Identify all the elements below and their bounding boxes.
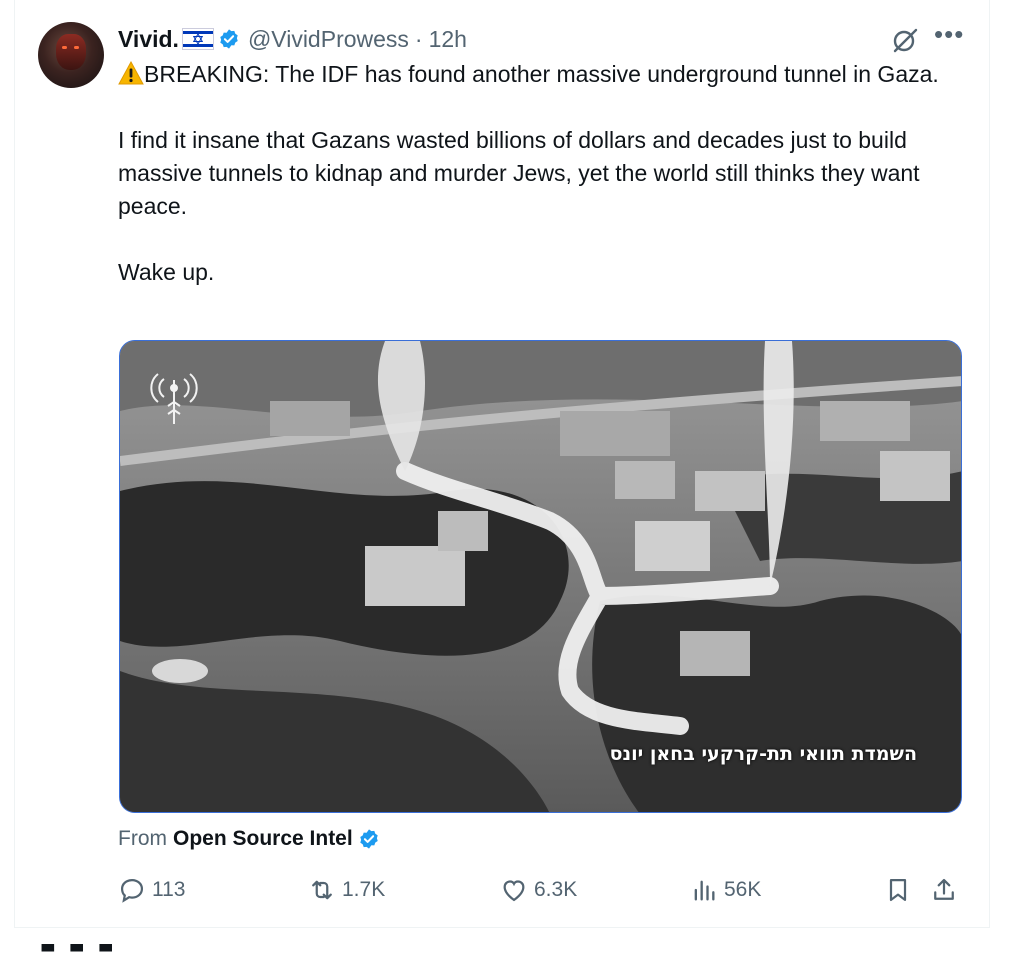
avatar-eye-right (74, 46, 79, 49)
views-count: 56K (724, 878, 762, 901)
more-options-icon[interactable]: ••• (934, 21, 964, 54)
next-section-heading-peek: ■ ■ ■ (40, 944, 220, 958)
like-button[interactable]: 6.3K (500, 870, 577, 910)
verified-badge-icon (359, 829, 378, 849)
tweet-text: BREAKING: The IDF has found another mass… (118, 58, 963, 289)
verified-badge-icon (220, 29, 238, 49)
tweet-header: Vivid. @VividProwess · 12h (118, 24, 467, 54)
heart-icon (503, 880, 525, 902)
israel-flag-icon (181, 28, 214, 50)
avatar[interactable] (38, 22, 104, 88)
attribution-source-link[interactable]: Open Source Intel (173, 827, 353, 851)
attribution-label: From (118, 827, 167, 850)
bookmark-icon (889, 878, 907, 902)
share-button[interactable] (930, 870, 964, 910)
repost-icon (312, 880, 332, 900)
repost-button[interactable]: 1.7K (308, 870, 385, 910)
tweet-text-paragraph-1: BREAKING: The IDF has found another mass… (118, 58, 963, 91)
tweet-text-line-1: BREAKING: The IDF has found another mass… (144, 61, 939, 87)
header-separator: · (414, 25, 423, 52)
repost-count: 1.7K (342, 878, 386, 901)
tweet-text-paragraph-3: Wake up. (118, 259, 215, 285)
views-chart-icon (694, 880, 715, 901)
tweet-action-bar: 113 1.7K 6.3K 56K (118, 870, 968, 910)
tweet-video-media[interactable]: השמדת תוואי תת-קרקעי בחאן יונס (119, 340, 962, 813)
like-count: 6.3K (534, 878, 578, 901)
avatar-eye-left (62, 46, 67, 49)
reply-icon (120, 878, 144, 903)
tweet-timestamp[interactable]: 12h (429, 26, 467, 53)
warning-icon (118, 61, 144, 85)
author-display-name[interactable]: Vivid. (118, 26, 179, 53)
reply-count: 113 (152, 878, 186, 901)
views-button[interactable]: 56K (690, 870, 761, 910)
tweet-text-paragraph-2: I find it insane that Gazans wasted bill… (118, 127, 920, 219)
author-handle[interactable]: @VividProwess (248, 26, 409, 53)
reply-button[interactable]: 113 (118, 870, 185, 910)
media-attribution: From Open Source Intel (118, 827, 380, 851)
bookmark-button[interactable] (884, 870, 918, 910)
avatar-figure (56, 34, 86, 70)
video-caption: השמדת תוואי תת-קרקעי בחאן יונס (609, 743, 917, 765)
share-icon (934, 878, 954, 900)
grok-icon[interactable] (890, 26, 920, 56)
